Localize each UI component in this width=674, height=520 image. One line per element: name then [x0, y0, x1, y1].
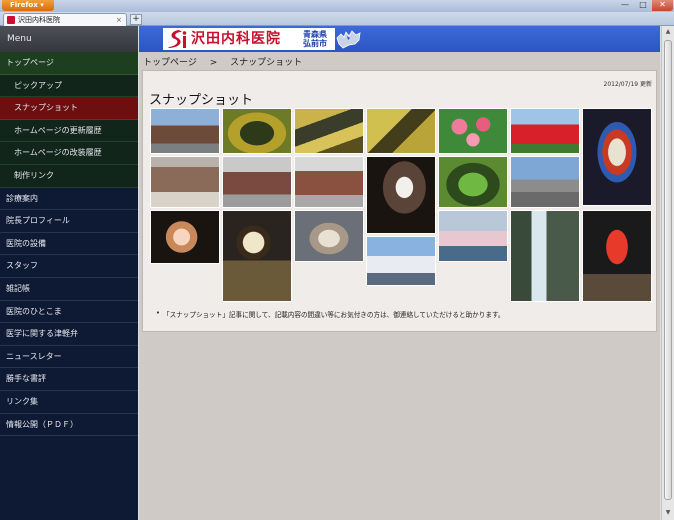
main-content: 沢田内科医院 青森県 弘前市 トップページ > スナップショット 2012/07…	[139, 26, 660, 520]
sidebar-item-clinic-info[interactable]: 診療案内	[0, 188, 138, 211]
sidebar-item-links[interactable]: リンク集	[0, 391, 138, 414]
photo-thumbnail[interactable]	[150, 210, 220, 264]
photo-thumbnail[interactable]	[366, 108, 436, 154]
scroll-up-icon[interactable]: ▲	[663, 27, 673, 37]
page-title: スナップショット	[149, 93, 254, 108]
maximize-button[interactable]: □	[634, 0, 652, 11]
firefox-menu-button[interactable]: Firefox ▾	[2, 0, 54, 11]
bullet-icon: •	[156, 309, 160, 317]
site-banner: 沢田内科医院 青森県 弘前市	[139, 26, 660, 52]
aomori-map-icon	[336, 30, 361, 49]
photo-thumbnail[interactable]	[438, 108, 508, 154]
photo-thumbnail[interactable]	[150, 156, 220, 208]
photo-thumbnail[interactable]	[366, 156, 436, 234]
tab-title: 沢田内科医院	[18, 16, 60, 24]
photo-thumbnail[interactable]	[294, 108, 364, 154]
site-logo[interactable]: 沢田内科医院 青森県 弘前市	[163, 28, 335, 50]
photo-thumbnail[interactable]	[366, 236, 436, 286]
minimize-button[interactable]: —	[616, 0, 634, 11]
sidebar-item-disclosure-pdf[interactable]: 情報公開（ＰＤＦ）	[0, 414, 138, 437]
photo-thumbnail[interactable]	[294, 210, 364, 262]
photo-thumbnail[interactable]	[294, 156, 364, 208]
scrollbar-thumb[interactable]	[664, 40, 672, 500]
scroll-down-icon[interactable]: ▼	[663, 508, 673, 518]
photo-thumbnail[interactable]	[222, 210, 292, 302]
region-label: 青森県 弘前市	[303, 30, 327, 48]
photo-thumbnail[interactable]	[510, 156, 580, 208]
breadcrumb: トップページ > スナップショット	[143, 55, 302, 68]
correction-note: • 「スナップショット」記事に関して、記載内容の間違い等にお気付きの方は、御連絡…	[156, 309, 505, 319]
region-prefecture: 青森県	[303, 30, 327, 39]
last-updated: 2012/07/19 更新	[603, 81, 653, 88]
sidebar-item-notebook[interactable]: 雑記帳	[0, 278, 138, 301]
tab-close-icon[interactable]: ×	[116, 14, 122, 26]
browser-tab[interactable]: 沢田内科医院 ×	[3, 13, 127, 26]
breadcrumb-separator: >	[209, 58, 218, 68]
photo-thumbnail[interactable]	[222, 108, 292, 154]
sidebar-item-update-history[interactable]: ホームページの更新履歴	[0, 119, 138, 143]
sidebar-item-production-links[interactable]: 制作リンク	[0, 164, 138, 188]
sidebar-item-book-reviews[interactable]: 勝手な書評	[0, 368, 138, 391]
breadcrumb-home-link[interactable]: トップページ	[143, 58, 197, 68]
sidebar-item-facilities[interactable]: 医院の設備	[0, 233, 138, 256]
sidebar-item-clinic-moments[interactable]: 医院のひとこま	[0, 301, 138, 324]
photo-thumbnail[interactable]	[222, 156, 292, 208]
photo-thumbnail[interactable]	[582, 210, 652, 302]
window-titlebar: Firefox ▾ — □ ✕	[0, 0, 674, 12]
photo-thumbnail[interactable]	[438, 156, 508, 208]
sidebar-item-renovation-history[interactable]: ホームページの改装履歴	[0, 142, 138, 165]
photo-thumbnail[interactable]	[582, 108, 652, 206]
sidebar-item-staff[interactable]: スタッフ	[0, 255, 138, 278]
photo-thumbnail[interactable]	[510, 210, 580, 302]
correction-note-text: 「スナップショット」記事に関して、記載内容の間違い等にお気付きの方は、御連絡して…	[163, 311, 505, 319]
content-panel: 2012/07/19 更新 スナップショット • 「スナップショット」記事に関し…	[142, 70, 657, 332]
clinic-logo-icon	[168, 30, 187, 48]
sidebar-item-director-profile[interactable]: 院長プロフィール	[0, 210, 138, 233]
region-city: 弘前市	[303, 39, 327, 48]
favicon-icon	[7, 16, 15, 24]
sidebar-item-top[interactable]: トップページ	[0, 52, 138, 75]
photo-thumbnail[interactable]	[438, 210, 508, 262]
sidebar-item-pickup[interactable]: ピックアップ	[0, 74, 138, 98]
vertical-scrollbar[interactable]: ▲ ▼	[661, 26, 674, 520]
close-window-button[interactable]: ✕	[652, 0, 673, 11]
new-tab-button[interactable]: +	[130, 14, 142, 25]
breadcrumb-current: スナップショット	[230, 58, 303, 68]
logo-text: 沢田内科医院	[191, 31, 281, 47]
menu-header: Menu	[0, 26, 138, 52]
sidebar-item-newsletter[interactable]: ニュースレター	[0, 346, 138, 369]
photo-thumbnail[interactable]	[510, 108, 580, 154]
sidebar-item-tsugaru-dialect[interactable]: 医学に関する津軽弁	[0, 323, 138, 346]
sidebar: Menu トップページ ピックアップ スナップショット ホームページの更新履歴 …	[0, 26, 138, 520]
photo-thumbnail[interactable]	[150, 108, 220, 154]
sidebar-item-snapshot[interactable]: スナップショット	[0, 97, 138, 120]
tab-bar: 沢田内科医院 × +	[0, 12, 674, 26]
